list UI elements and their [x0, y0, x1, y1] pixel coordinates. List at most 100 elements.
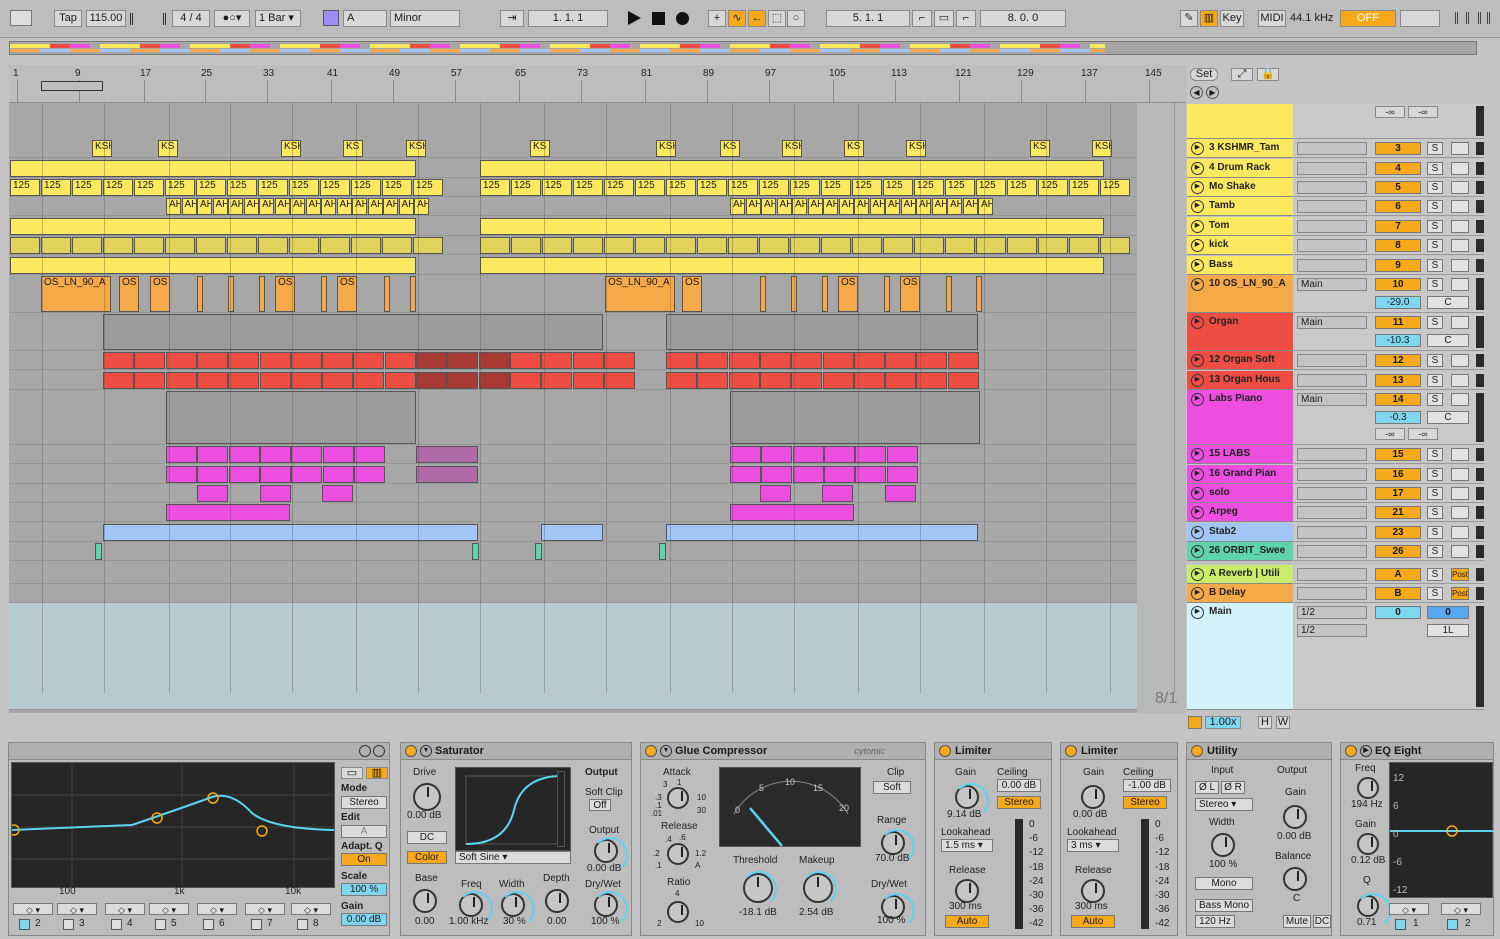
clip-mo-shake[interactable]: 125 [103, 179, 133, 196]
arrangement-view[interactable]: 1 9 17 25 33 41 49 57 65 73 81 89 97 105 113 121 129 137 1… [9, 65, 1186, 713]
arrangement-overview[interactable] [9, 41, 1477, 55]
track-number[interactable]: B [1375, 587, 1421, 600]
track-device-field[interactable] [1297, 526, 1367, 539]
view-toggle-icon[interactable] [10, 10, 32, 26]
clip-tamb[interactable]: AH [916, 198, 931, 215]
eq-band-toggle[interactable] [63, 919, 74, 930]
eq8-band-toggle[interactable] [1395, 919, 1406, 930]
scale-mode-icon[interactable] [323, 10, 339, 26]
track-number[interactable]: 5 [1375, 181, 1421, 194]
clip-organ[interactable] [822, 352, 854, 369]
clip-organ[interactable] [165, 372, 197, 389]
clip-os[interactable] [760, 276, 766, 312]
clip-os[interactable] [884, 276, 890, 312]
clip-organ[interactable] [603, 372, 635, 389]
solo-button[interactable]: S [1427, 468, 1443, 481]
prev-locator-icon[interactable]: ◀ [1190, 86, 1203, 99]
clip-organ[interactable] [416, 372, 447, 389]
solo-button[interactable]: S [1427, 239, 1443, 252]
clip-mo-shake[interactable]: 125 [635, 179, 665, 196]
post-button[interactable]: Post [1451, 587, 1469, 600]
song-position-field[interactable]: 1. 1. 1 [528, 10, 608, 27]
clip-ksh[interactable]: KSH [782, 140, 802, 157]
clip-os[interactable] [946, 276, 952, 312]
solo-button[interactable]: S [1427, 526, 1443, 539]
sat-depth-knob[interactable] [545, 889, 569, 913]
clip-organ[interactable] [322, 372, 354, 389]
clip-os[interactable] [259, 276, 265, 312]
track-number[interactable]: 11 [1375, 316, 1421, 329]
clip-piano[interactable] [291, 446, 323, 463]
eq-band-filter-menu[interactable]: ◇ ▾ [291, 903, 331, 915]
clip-organ[interactable] [885, 372, 917, 389]
sat-drive-knob[interactable] [413, 783, 441, 811]
clip-stab[interactable] [541, 524, 603, 541]
clip-piano[interactable] [353, 466, 385, 483]
glue-release-knob[interactable] [667, 843, 689, 865]
clip-kick[interactable] [289, 237, 319, 254]
clip-kick[interactable] [1038, 237, 1068, 254]
clip-organ[interactable] [134, 352, 166, 369]
clip-mo-shake[interactable]: 125 [604, 179, 634, 196]
eq-gain-field[interactable]: 0.00 dB [341, 913, 387, 926]
glue-fold-icon[interactable]: ▼ [660, 745, 672, 757]
clip-kick[interactable] [542, 237, 572, 254]
metronome-button[interactable]: ●○▾ [214, 10, 250, 27]
clip-kick[interactable] [103, 237, 133, 254]
eq-view-toggle[interactable]: ▭ [341, 767, 363, 779]
clip-mo-shake[interactable]: 125 [573, 179, 603, 196]
eq-save-icon[interactable] [359, 745, 371, 757]
clip-mo-shake[interactable]: 125 [134, 179, 164, 196]
eq-band-filter-menu[interactable]: ◇ ▾ [13, 903, 53, 915]
solo-button[interactable]: S [1427, 545, 1443, 558]
clip-organ[interactable] [478, 372, 510, 389]
midi-map-button[interactable]: MIDI [1258, 10, 1286, 27]
clip-ksh[interactable]: KS [158, 140, 178, 157]
track-header[interactable]: ▶ 26 ORBIT_Swee [1187, 542, 1293, 561]
limiter1-power-icon[interactable] [939, 745, 951, 757]
track-device-field[interactable] [1297, 448, 1367, 461]
clip-os[interactable]: OS_LN_90_A [41, 276, 111, 312]
w-button[interactable]: W [1276, 716, 1290, 729]
arm-button[interactable] [1451, 448, 1469, 461]
clip-organ[interactable] [822, 372, 854, 389]
clip-solo[interactable] [760, 485, 791, 502]
clip-organ[interactable] [259, 352, 291, 369]
track-fold-icon[interactable]: ▶ [1191, 162, 1204, 175]
arm-button[interactable] [1451, 220, 1469, 233]
track-device-field[interactable] [1297, 220, 1367, 233]
clip-organ[interactable] [353, 372, 385, 389]
clip-ksh[interactable]: KSH [92, 140, 112, 157]
eq-close-icon[interactable] [373, 745, 385, 757]
clip-mo-shake[interactable]: 125 [480, 179, 510, 196]
track-number[interactable]: 8 [1375, 239, 1421, 252]
track-header[interactable]: ▶ Tamb [1187, 197, 1293, 216]
clip-arpeg[interactable] [166, 504, 290, 521]
sat-width-knob[interactable] [499, 891, 535, 927]
solo-button[interactable]: S [1427, 393, 1443, 406]
master-input-menu[interactable]: 1/2 [1297, 624, 1367, 637]
solo-button[interactable]: S [1427, 181, 1443, 194]
clip-solo[interactable] [822, 485, 853, 502]
clip-organ[interactable] [134, 372, 166, 389]
track-header[interactable]: ▶ Arpeg [1187, 503, 1293, 522]
clip-piano[interactable] [823, 446, 855, 463]
clip-kick[interactable] [635, 237, 665, 254]
limiter2-gain-knob[interactable] [1081, 785, 1105, 809]
clip-tamb[interactable]: AH [745, 198, 761, 215]
track-number[interactable]: 9 [1375, 259, 1421, 272]
clip-mo-shake[interactable]: 125 [542, 179, 572, 196]
clip-orbit[interactable] [659, 543, 666, 560]
clip-organ[interactable] [290, 352, 322, 369]
clip-os[interactable] [321, 276, 327, 312]
clip-kick[interactable] [258, 237, 288, 254]
track-fold-icon[interactable]: ▶ [1191, 506, 1204, 519]
arm-button[interactable] [1451, 259, 1469, 272]
clip-organ[interactable] [728, 372, 760, 389]
track-device-field[interactable] [1297, 487, 1367, 500]
track-header[interactable]: ▶ solo [1187, 484, 1293, 503]
track-output-menu[interactable]: Main [1297, 316, 1367, 329]
clip-solo[interactable] [260, 485, 291, 502]
record-icon[interactable] [676, 12, 689, 25]
clip-os[interactable]: OS [900, 276, 920, 312]
